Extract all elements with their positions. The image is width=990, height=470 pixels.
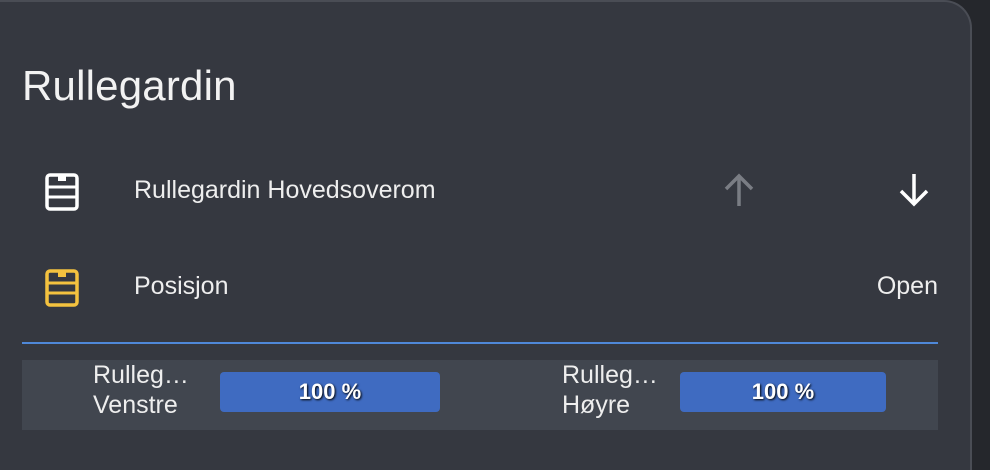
arrow-down-icon	[899, 174, 929, 207]
slider-strip: Rulleg… Venstre 100 % Rulleg… Høyre 100 …	[22, 360, 938, 430]
cover-row[interactable]: Rullegardin Hovedsoverom	[0, 160, 972, 220]
window-shutter-icon	[44, 268, 80, 308]
position-state: Open	[876, 272, 938, 300]
slider-label-left: Rulleg… Venstre	[93, 360, 189, 420]
position-slider-left[interactable]: 100 %	[220, 372, 440, 412]
slider-label-line2: Venstre	[93, 391, 178, 419]
window-shutter-icon	[44, 172, 80, 212]
slider-label-right: Rulleg… Høyre	[562, 360, 658, 420]
section-divider	[22, 342, 938, 344]
close-cover-button[interactable]	[892, 168, 936, 212]
slider-label-line1: Rulleg…	[93, 361, 189, 389]
position-row[interactable]: Posisjon Open	[0, 256, 972, 316]
slider-value-text: 100 %	[751, 379, 815, 404]
rullegardin-card: Rullegardin Rullegardin Hovedsoverom Pos…	[0, 0, 972, 470]
slider-label-line1: Rulleg…	[562, 361, 658, 389]
open-cover-button[interactable]	[717, 168, 761, 212]
position-slider-right[interactable]: 100 %	[680, 372, 886, 412]
arrow-up-icon	[724, 173, 754, 206]
position-label: Posisjon	[134, 272, 229, 300]
slider-label-line2: Høyre	[562, 391, 631, 419]
cover-name: Rullegardin Hovedsoverom	[134, 176, 436, 204]
slider-value-text: 100 %	[298, 379, 362, 404]
card-title: Rullegardin	[22, 62, 237, 109]
